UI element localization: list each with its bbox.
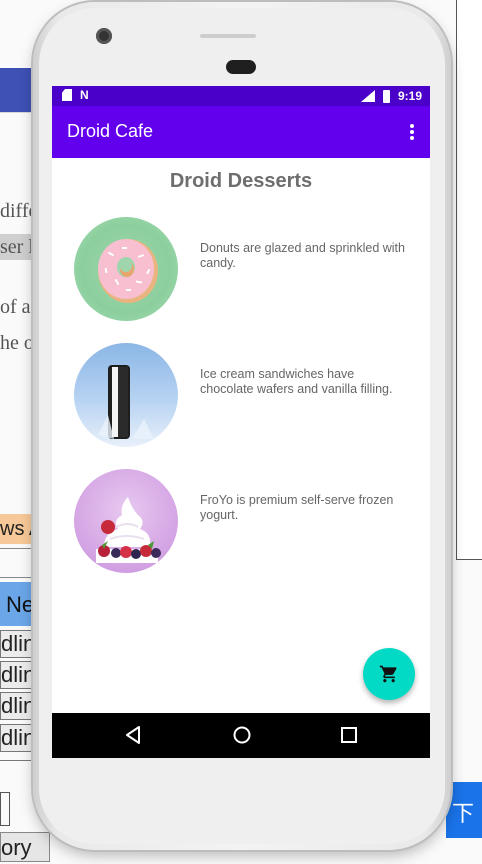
dessert-item-donut: Donuts are glazed and sprinkled with can… (52, 217, 430, 327)
status-time: 9:19 (397, 89, 422, 103)
recents-square-icon (341, 727, 357, 743)
desktop-stage: diffe ser la of a he o ws A Ne dlin dlin… (0, 0, 482, 864)
background-next-button[interactable]: 下一 (446, 782, 482, 838)
background-text-fragment: of a (0, 296, 31, 318)
app-title: Droid Cafe (67, 121, 154, 141)
ice-cream-sandwich-image[interactable] (74, 343, 178, 447)
phone-screen: N 9:19 Droid Cafe Droid Desserts Donuts … (52, 86, 430, 758)
signal-icon (360, 90, 375, 102)
app-bar: Droid Cafe (52, 106, 430, 158)
home-circle-icon (233, 726, 251, 744)
navigation-bar (52, 713, 430, 758)
background-right-panel (456, 0, 482, 560)
page-title: Droid Desserts (169, 170, 313, 192)
background-story-button[interactable]: ory (0, 832, 50, 862)
shopping-cart-button[interactable] (363, 648, 415, 700)
background-row[interactable]: dlin (0, 724, 36, 752)
background-text-fragment: diffe (0, 200, 38, 222)
background-row[interactable]: dlin (0, 692, 36, 720)
back-triangle-icon (126, 726, 140, 744)
status-bar: N 9:19 (52, 86, 430, 106)
background-text-fragment: he o (0, 332, 34, 354)
dessert-description: FroYo is premium self-serve frozen yogur… (200, 493, 394, 522)
back-button[interactable] (124, 725, 142, 750)
more-vert-icon[interactable] (410, 124, 414, 140)
camera-icon (96, 28, 112, 44)
recents-button[interactable] (340, 725, 358, 750)
speaker-icon (226, 60, 256, 74)
dessert-item-ice-cream-sandwich: Ice cream sandwiches have chocolate wafe… (52, 343, 430, 453)
dessert-item-froyo: FroYo is premium self-serve frozen yogur… (52, 469, 430, 579)
background-box (0, 792, 10, 826)
status-left-icons: N (62, 89, 92, 101)
home-button[interactable] (232, 725, 252, 750)
status-right-icons: 9:19 (360, 89, 422, 103)
background-row[interactable]: dlin (0, 630, 36, 658)
donut-image[interactable] (74, 217, 178, 321)
background-row[interactable]: dlin (0, 661, 36, 689)
battery-icon (382, 89, 390, 103)
dessert-description: Ice cream sandwiches have chocolate wafe… (200, 367, 393, 396)
froyo-image[interactable] (74, 469, 178, 573)
shopping-cart-icon (379, 665, 397, 683)
notification-n-icon: N (80, 88, 89, 102)
dessert-description: Donuts are glazed and sprinkled with can… (200, 241, 405, 270)
earpiece-grille (200, 34, 256, 38)
sd-card-icon (62, 89, 72, 101)
